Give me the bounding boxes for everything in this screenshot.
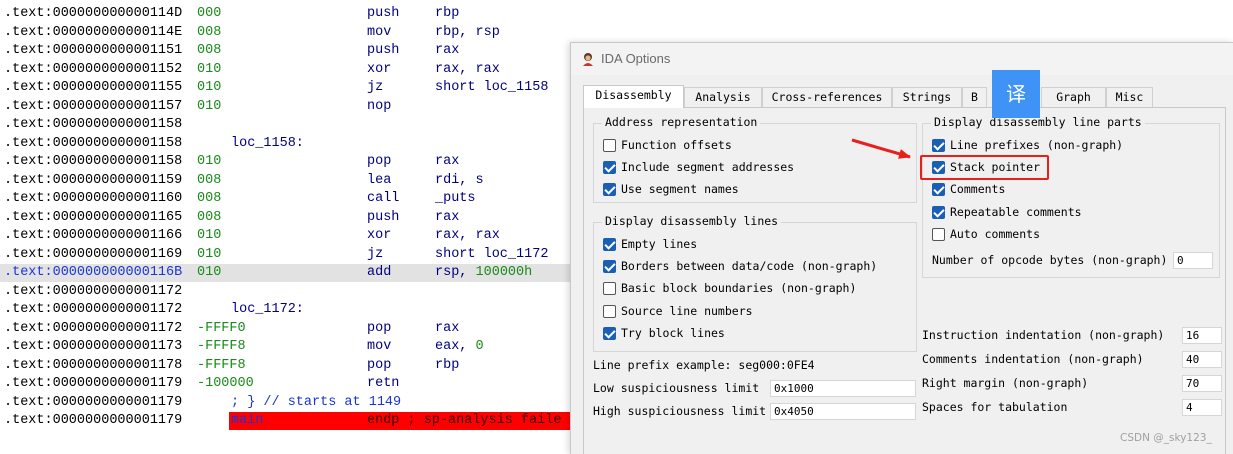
red-arrow: [851, 138, 911, 159]
translate-badge[interactable]: 译: [992, 70, 1040, 118]
